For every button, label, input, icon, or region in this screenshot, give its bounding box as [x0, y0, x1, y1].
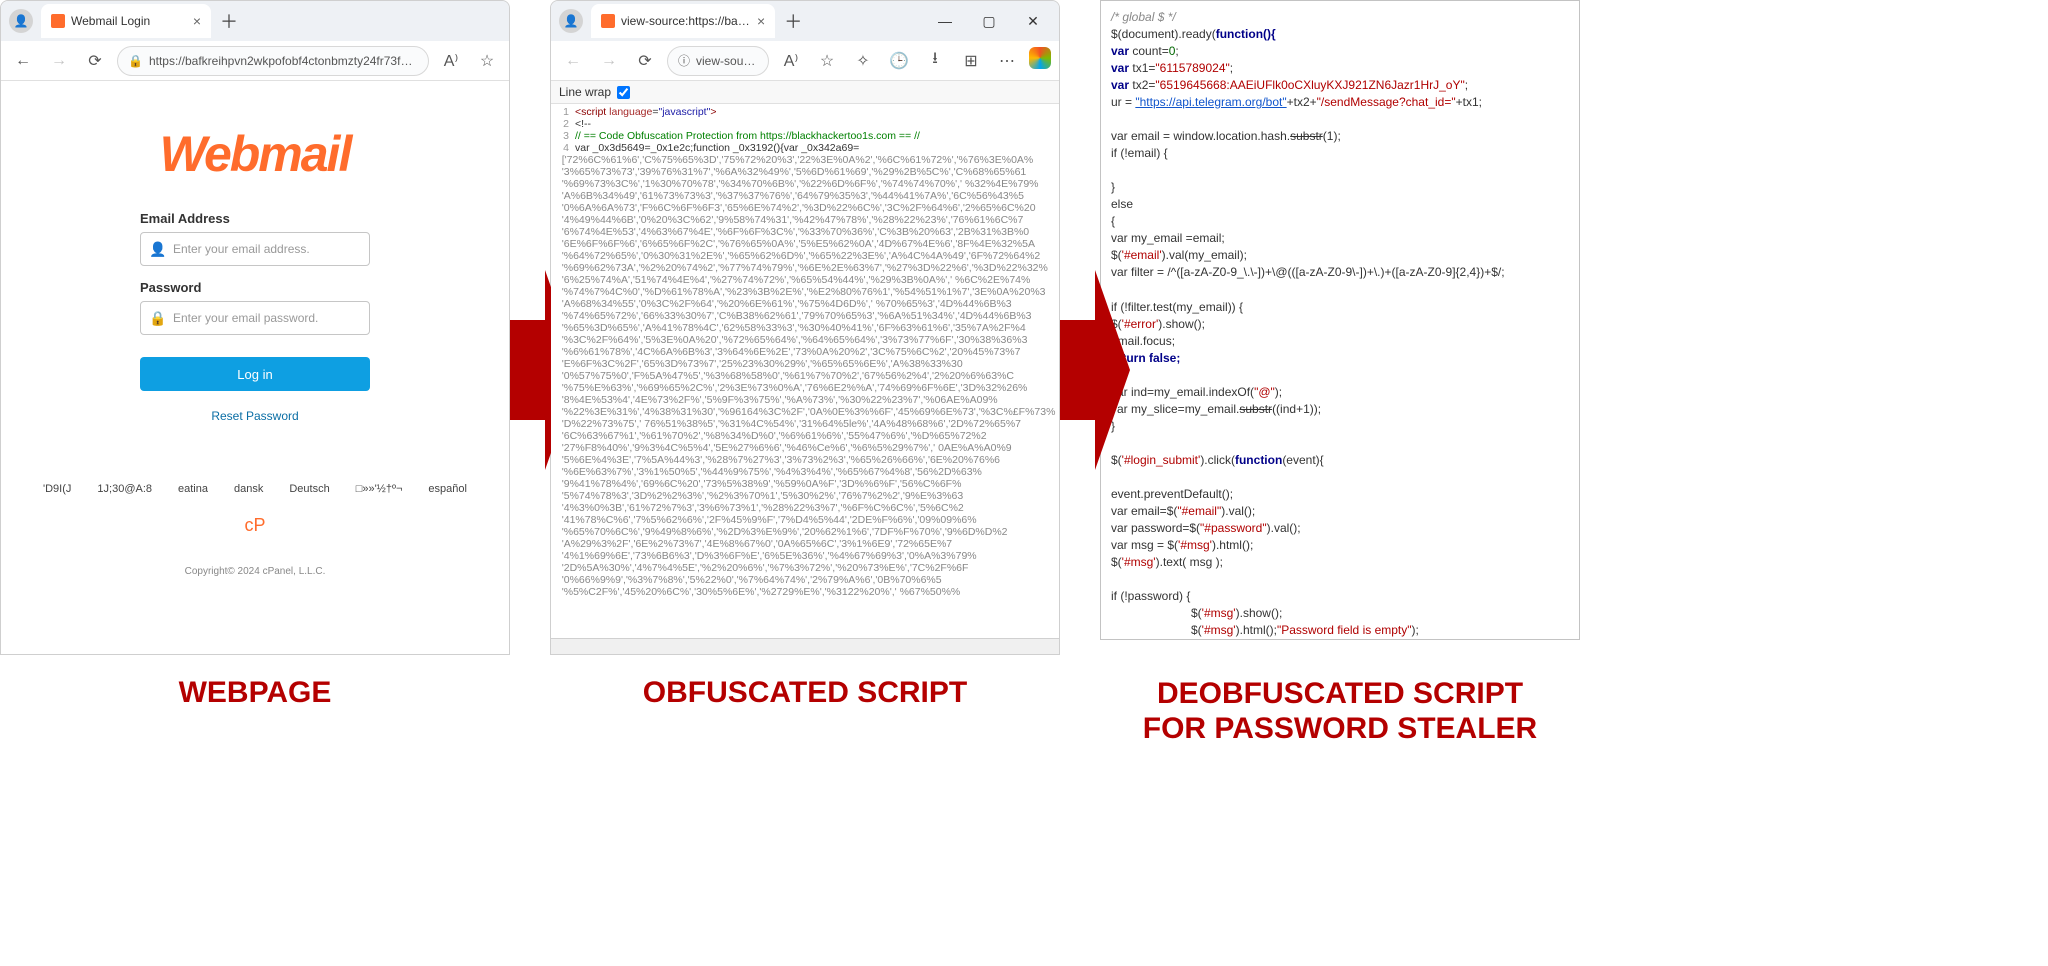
lock-icon: 🔒 — [128, 54, 143, 68]
browser-toolbar: ← → ⟳ 🔒 https://bafkreihpvn2wkpofobf4cto… — [1, 41, 509, 81]
reset-password-link[interactable]: Reset Password — [140, 409, 370, 423]
browser-tab[interactable]: Webmail Login × — [41, 4, 211, 38]
lang-option[interactable]: español — [428, 483, 467, 495]
url-text: https://bafkreihpvn2wkpofobf4ctonbmzty24… — [149, 54, 418, 68]
tab-title: Webmail Login — [71, 14, 150, 28]
read-aloud-icon[interactable]: A⁾ — [777, 47, 805, 75]
profile-avatar[interactable]: 👤 — [9, 9, 33, 33]
browser-toolbar: ← → ⟳ ⓘ view-source:ht… A⁾ ☆ ✧ 🕒 ⭳ ⊞ ⋯ — [551, 41, 1059, 81]
arrow-icon — [510, 270, 550, 390]
extensions-icon[interactable]: ⊞ — [957, 47, 985, 75]
page-body: Webmail Email Address 👤 Enter your email… — [1, 81, 509, 654]
titlebar: 👤 view-source:https://bafkreihpvn2… × ＋ … — [551, 1, 1059, 41]
lang-option[interactable]: dansk — [234, 483, 263, 495]
lang-option[interactable]: Deutsch — [289, 483, 329, 495]
more-icon[interactable]: ⋯ — [993, 47, 1021, 75]
line-wrap-checkbox[interactable] — [617, 86, 630, 99]
language-selector: 'D9I(J 1J;30@A:8 eatina dansk Deutsch □»… — [43, 483, 467, 495]
user-icon: 👤 — [149, 241, 165, 258]
deobfuscated-code-pane: /* global $ */$(document).ready(function… — [1100, 0, 1580, 640]
password-field[interactable]: 🔒 Enter your email password. — [140, 301, 370, 335]
profile-avatar[interactable]: 👤 — [559, 9, 583, 33]
lang-option[interactable]: 1J;30@A:8 — [97, 483, 152, 495]
address-bar[interactable]: 🔒 https://bafkreihpvn2wkpofobf4ctonbmzty… — [117, 46, 429, 76]
caption-deobfuscated: DEOBFUSCATED SCRIPTFOR PASSWORD STEALER — [1100, 676, 1580, 747]
email-placeholder: Enter your email address. — [173, 242, 361, 256]
password-placeholder: Enter your email password. — [173, 311, 361, 325]
minimize-icon[interactable]: — — [923, 4, 967, 38]
viewsource-toolbar: Line wrap — [551, 81, 1059, 104]
favorite-icon[interactable]: ☆ — [813, 47, 841, 75]
password-label: Password — [140, 280, 370, 295]
info-icon: ⓘ — [678, 52, 690, 69]
close-icon[interactable]: ✕ — [1011, 4, 1055, 38]
reload-icon[interactable]: ⟳ — [631, 47, 659, 75]
caption-webpage: WEBPAGE — [0, 676, 510, 747]
favicon-cpanel-icon — [51, 14, 65, 28]
browser-window-viewsource: 👤 view-source:https://bafkreihpvn2… × ＋ … — [550, 0, 1060, 655]
captions-row: WEBPAGE OBFUSCATED SCRIPT DEOBFUSCATED S… — [0, 676, 2048, 747]
address-bar[interactable]: ⓘ view-source:ht… — [667, 46, 769, 76]
email-field[interactable]: 👤 Enter your email address. — [140, 232, 370, 266]
url-text: view-source:ht… — [696, 54, 758, 68]
browser-tab[interactable]: view-source:https://bafkreihpvn2… × — [591, 4, 775, 38]
copilot-icon[interactable] — [1029, 47, 1051, 69]
lang-option[interactable]: 'D9I(J — [43, 483, 71, 495]
history-icon[interactable]: 🕒 — [885, 47, 913, 75]
tab-title: view-source:https://bafkreihpvn2… — [621, 14, 751, 28]
line-wrap-label: Line wrap — [559, 85, 611, 99]
tab-close-icon[interactable]: × — [757, 13, 765, 29]
new-tab-button[interactable]: ＋ — [215, 7, 243, 35]
forward-icon: → — [45, 47, 73, 75]
forward-icon: → — [595, 47, 623, 75]
copyright-text: Copyright© 2024 cPanel, L.L.C. — [185, 566, 326, 577]
lang-option[interactable]: eatina — [178, 483, 208, 495]
maximize-icon[interactable]: ▢ — [967, 4, 1011, 38]
reload-icon[interactable]: ⟳ — [81, 47, 109, 75]
new-tab-button[interactable]: ＋ — [779, 7, 807, 35]
browser-window-webpage: 👤 Webmail Login × ＋ ← → ⟳ 🔒 https://bafk… — [0, 0, 510, 655]
downloads-icon[interactable]: ⭳ — [921, 47, 949, 75]
lang-option[interactable]: □»»'½†º¬ — [356, 483, 403, 495]
favorite-icon[interactable]: ☆ — [473, 47, 501, 75]
caption-obfuscated: OBFUSCATED SCRIPT — [550, 676, 1060, 747]
back-icon: ← — [559, 47, 587, 75]
cpanel-logo: cP — [244, 515, 265, 536]
login-button[interactable]: Log in — [140, 357, 370, 391]
favorites-bar-icon[interactable]: ✧ — [849, 47, 877, 75]
webmail-logo: Webmail — [160, 125, 351, 183]
back-icon[interactable]: ← — [9, 47, 37, 75]
arrow-icon — [1060, 270, 1100, 390]
titlebar: 👤 Webmail Login × ＋ — [1, 1, 509, 41]
favicon-cpanel-icon — [601, 14, 615, 28]
read-aloud-icon[interactable]: A⁾ — [437, 47, 465, 75]
horizontal-scrollbar[interactable] — [551, 638, 1059, 654]
tab-close-icon[interactable]: × — [193, 13, 201, 29]
lock-icon: 🔒 — [149, 310, 165, 327]
source-body: 1<script language="javascript">2<!--3// … — [551, 104, 1059, 654]
email-label: Email Address — [140, 211, 370, 226]
